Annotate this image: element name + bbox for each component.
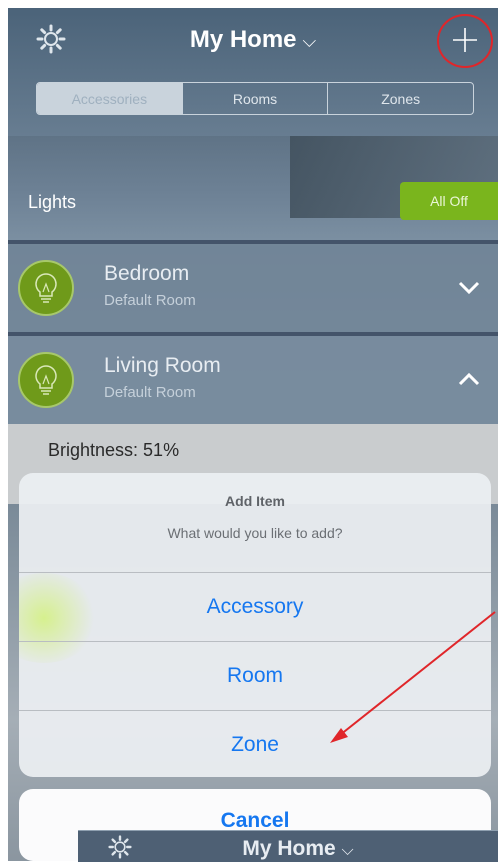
all-off-button[interactable]: All Off [400, 182, 498, 220]
lightbulb-icon[interactable] [18, 260, 74, 316]
overlay-title: My Home ⌵ [78, 837, 498, 861]
tab-rooms[interactable]: Rooms [181, 83, 328, 114]
lightbulb-icon[interactable] [18, 352, 74, 408]
room-name: Bedroom [104, 262, 190, 285]
chevron-down-icon: ⌵ [302, 31, 317, 51]
add-item-action-sheet: Add Item What would you like to add? Acc… [19, 473, 491, 777]
accessory-option-button[interactable]: Accessory [19, 573, 491, 641]
annotation-circle [437, 14, 493, 68]
overlay-screenshot: My Home ⌵ [78, 830, 498, 862]
nav-bar: My Home ⌵ [8, 8, 498, 78]
room-subtitle: Default Room [104, 292, 196, 309]
chevron-down-icon: ⌵ [341, 842, 354, 859]
chevron-up-icon[interactable] [456, 366, 482, 392]
sheet-message: What would you like to add? [167, 525, 343, 541]
room-subtitle: Default Room [104, 384, 196, 401]
room-row-bedroom[interactable]: Bedroom Default Room [8, 244, 498, 332]
section-title: Lights [28, 192, 77, 212]
sheet-title: Add Item [225, 493, 285, 509]
brightness-label: Brightness: 51% [48, 440, 180, 460]
room-option-button[interactable]: Room [19, 642, 491, 710]
page-title: My Home [189, 26, 297, 53]
home-selector[interactable]: My Home ⌵ [8, 26, 498, 54]
room-row-living-room[interactable]: Living Room Default Room [8, 336, 498, 424]
overlay-title-text: My Home [242, 837, 336, 860]
zone-option-button[interactable]: Zone [19, 711, 491, 777]
room-name: Living Room [104, 354, 221, 377]
tab-zones[interactable]: Zones [327, 83, 473, 114]
segmented-control: Accessories Rooms Zones [36, 82, 474, 115]
tab-accessories[interactable]: Accessories [37, 83, 182, 114]
chevron-down-icon[interactable] [456, 274, 482, 300]
